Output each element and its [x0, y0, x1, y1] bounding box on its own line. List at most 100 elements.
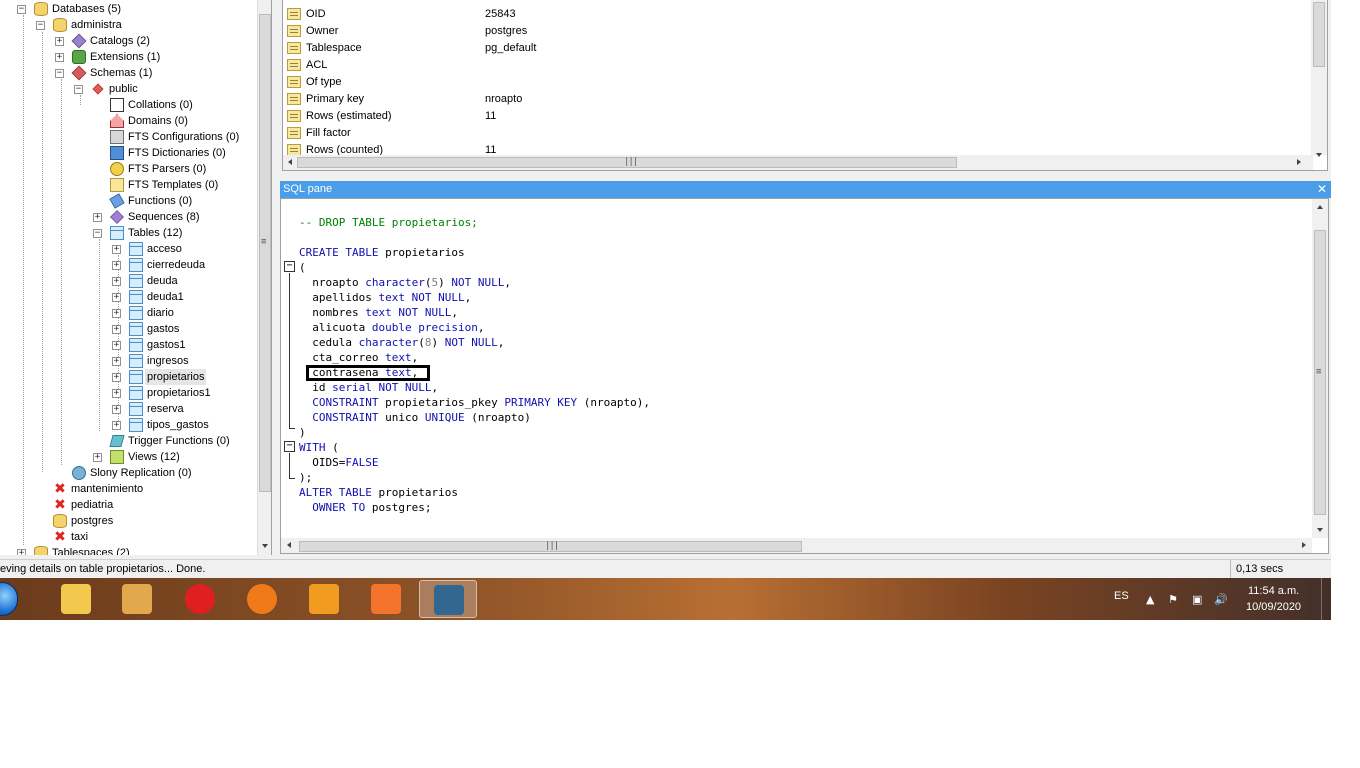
tree-node-extensions[interactable]: + Extensions (1) — [0, 49, 256, 65]
tree-node-functions[interactable]: Functions (0) — [0, 193, 256, 209]
tree-node-table-deuda1[interactable]: + deuda1 — [0, 289, 256, 305]
tree-node-table-gastos[interactable]: + gastos — [0, 321, 256, 337]
collapse-icon[interactable]: − — [36, 21, 45, 30]
tree-node-table-tipos-gastos[interactable]: + tipos_gastos — [0, 417, 256, 433]
scroll-down-arrow-icon[interactable] — [262, 544, 268, 548]
tree-node-fts-dictionaries[interactable]: FTS Dictionaries (0) — [0, 145, 256, 161]
tree-node-database-administra[interactable]: − administra — [0, 17, 256, 33]
taskbar-app-button[interactable] — [171, 580, 229, 618]
property-row[interactable]: Fill factor — [287, 125, 1307, 142]
expand-icon[interactable]: + — [112, 261, 121, 270]
tree-node-database-postgres[interactable]: postgres — [0, 513, 256, 529]
volume-icon[interactable]: 🔊 — [1214, 593, 1228, 606]
clock-date[interactable]: 10/09/2020 — [1246, 601, 1301, 613]
collapse-icon[interactable]: − — [17, 5, 26, 14]
tree-node-collations[interactable]: Collations (0) — [0, 97, 256, 113]
expand-icon[interactable]: + — [112, 293, 121, 302]
show-hidden-icons-icon[interactable]: ▲ — [1146, 593, 1154, 606]
tree-node-schema-public[interactable]: − public — [0, 81, 256, 97]
taskbar-app-button[interactable] — [233, 580, 291, 618]
tree-node-views[interactable]: + Views (12) — [0, 449, 256, 465]
tree-node-database-mantenimiento[interactable]: ✖ mantenimiento — [0, 481, 256, 497]
tree-node-domains[interactable]: Domains (0) — [0, 113, 256, 129]
scroll-down-arrow-icon[interactable] — [1317, 528, 1323, 532]
sql-editor[interactable]: -- DROP TABLE propietarios; CREATE TABLE … — [280, 198, 1329, 554]
expand-icon[interactable]: + — [112, 309, 121, 318]
scroll-up-arrow-icon[interactable] — [1317, 205, 1323, 209]
property-row[interactable]: OID 25843 — [287, 6, 1307, 23]
expand-icon[interactable]: + — [112, 421, 121, 430]
tree-node-fts-parsers[interactable]: FTS Parsers (0) — [0, 161, 256, 177]
properties-vertical-scroll-thumb[interactable] — [1313, 2, 1325, 67]
tree-node-slony-replication[interactable]: Slony Replication (0) — [0, 465, 256, 481]
object-browser-tree[interactable]: − Databases (5) − administra + Catalogs (2) + E… — [0, 0, 272, 555]
tree-node-table-gastos1[interactable]: + gastos1 — [0, 337, 256, 353]
taskbar-app-button[interactable] — [47, 580, 105, 618]
sql-horizontal-scrollbar[interactable]: ||| — [281, 538, 1312, 553]
properties-horizontal-scroll-thumb[interactable]: ||| — [297, 157, 957, 168]
tree-node-table-reserva[interactable]: + reserva — [0, 401, 256, 417]
tree-node-table-cierredeuda[interactable]: + cierredeuda — [0, 257, 256, 273]
expand-icon[interactable]: + — [17, 549, 26, 555]
expand-icon[interactable]: + — [93, 213, 102, 222]
expand-icon[interactable]: + — [112, 357, 121, 366]
tree-node-table-deuda[interactable]: + deuda — [0, 273, 256, 289]
expand-icon[interactable]: + — [112, 325, 121, 334]
action-center-flag-icon[interactable]: ⚑ — [1168, 593, 1178, 606]
language-indicator[interactable]: ES — [1114, 590, 1129, 602]
sql-vertical-scrollbar[interactable]: ≡ — [1312, 199, 1328, 538]
tree-node-tablespaces[interactable]: + Tablespaces (2) — [0, 545, 256, 555]
taskbar-app-button[interactable] — [357, 580, 415, 618]
tree-node-table-propietarios[interactable]: + propietarios — [0, 369, 256, 385]
tree-node-fts-configurations[interactable]: FTS Configurations (0) — [0, 129, 256, 145]
clock-time[interactable]: 11:54 a.m. — [1248, 585, 1299, 597]
expand-icon[interactable]: + — [112, 277, 121, 286]
close-icon[interactable]: ✕ — [1317, 181, 1327, 198]
properties-vertical-scrollbar[interactable] — [1311, 0, 1327, 157]
expand-icon[interactable]: + — [55, 37, 64, 46]
tree-node-catalogs[interactable]: + Catalogs (2) — [0, 33, 256, 49]
expand-icon[interactable]: + — [93, 453, 102, 462]
tree-node-table-ingresos[interactable]: + ingresos — [0, 353, 256, 369]
property-row[interactable]: Of type — [287, 74, 1307, 91]
tree-node-databases[interactable]: − Databases (5) — [0, 1, 256, 17]
tree-vertical-scrollbar[interactable]: ≡ — [257, 0, 271, 555]
collapse-icon[interactable]: − — [93, 229, 102, 238]
expand-icon[interactable]: + — [112, 373, 121, 382]
property-row[interactable]: ACL — [287, 57, 1307, 74]
expand-icon[interactable]: + — [112, 389, 121, 398]
collapse-icon[interactable]: − — [74, 85, 83, 94]
fold-collapse-icon[interactable]: − — [284, 261, 295, 272]
expand-icon[interactable]: + — [112, 405, 121, 414]
scroll-right-arrow-icon[interactable] — [1302, 542, 1306, 548]
expand-icon[interactable]: + — [55, 53, 64, 62]
start-button-icon[interactable] — [0, 582, 18, 616]
tree-node-trigger-functions[interactable]: Trigger Functions (0) — [0, 433, 256, 449]
tree-node-tables[interactable]: − Tables (12) — [0, 225, 256, 241]
property-row[interactable]: Tablespace pg_default — [287, 40, 1307, 57]
property-row[interactable]: Primary key nroapto — [287, 91, 1307, 108]
taskbar-app-button[interactable] — [419, 580, 477, 618]
tree-node-fts-templates[interactable]: FTS Templates (0) — [0, 177, 256, 193]
property-row[interactable]: Owner postgres — [287, 23, 1307, 40]
collapse-icon[interactable]: − — [55, 69, 64, 78]
tree-node-database-pediatria[interactable]: ✖ pediatria — [0, 497, 256, 513]
sql-horizontal-scroll-thumb[interactable]: ||| — [299, 541, 802, 552]
tree-node-table-propietarios1[interactable]: + propietarios1 — [0, 385, 256, 401]
network-icon[interactable]: ▣ — [1192, 593, 1202, 606]
scroll-left-arrow-icon[interactable] — [287, 542, 291, 548]
scroll-left-arrow-icon[interactable] — [288, 159, 292, 165]
show-desktop-button[interactable] — [1321, 578, 1331, 620]
fold-collapse-icon[interactable]: − — [284, 441, 295, 452]
tree-node-sequences[interactable]: + Sequences (8) — [0, 209, 256, 225]
tree-node-schemas[interactable]: − Schemas (1) — [0, 65, 256, 81]
tree-node-database-taxi[interactable]: ✖ taxi — [0, 529, 256, 545]
taskbar-app-button[interactable] — [295, 580, 353, 618]
expand-icon[interactable]: + — [112, 341, 121, 350]
scroll-right-arrow-icon[interactable] — [1297, 159, 1301, 165]
properties-horizontal-scrollbar[interactable]: ||| — [283, 155, 1313, 170]
sql-vertical-scroll-thumb[interactable]: ≡ — [1314, 230, 1326, 515]
tree-node-table-acceso[interactable]: + acceso — [0, 241, 256, 257]
scroll-down-arrow-icon[interactable] — [1316, 153, 1322, 157]
tree-vertical-scroll-thumb[interactable]: ≡ — [259, 14, 271, 492]
